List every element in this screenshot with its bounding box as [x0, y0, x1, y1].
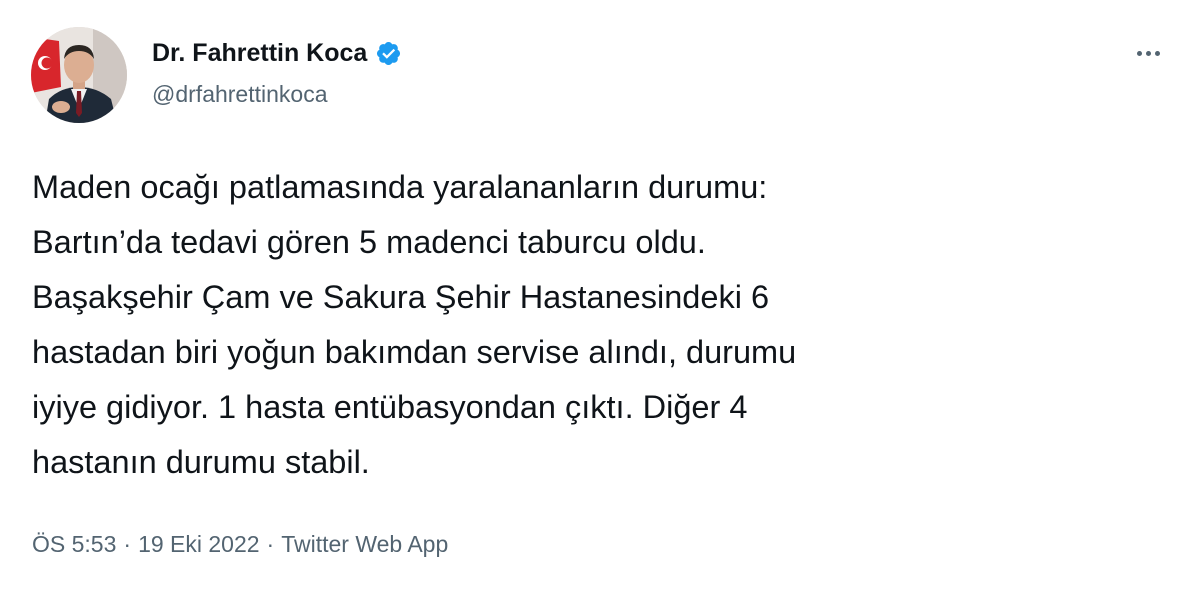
- author-display-name[interactable]: Dr. Fahrettin Koca: [152, 38, 367, 68]
- tweet-text-line: Bartın’da tedavi gören 5 madenci taburcu…: [32, 224, 706, 260]
- avatar-image: [31, 27, 127, 123]
- tweet-text-line: hastanın durumu stabil.: [32, 444, 370, 480]
- verified-badge-icon: [375, 40, 402, 67]
- tweet-text-line: Başakşehir Çam ve Sakura Şehir Hastanesi…: [32, 279, 770, 315]
- meta-separator: ·: [123, 531, 132, 557]
- tweet-date[interactable]: 19 Eki 2022: [138, 531, 259, 557]
- author-name-row: Dr. Fahrettin Koca: [152, 38, 402, 68]
- tweet-text-line: iyiye gidiyor. 1 hasta entübasyondan çık…: [32, 389, 748, 425]
- more-horizontal-icon: [1136, 50, 1142, 56]
- tweet-text-line: Maden ocağı patlamasında yaralananların …: [32, 169, 768, 205]
- more-options-button[interactable]: [1128, 38, 1168, 68]
- meta-separator: ·: [266, 531, 275, 557]
- author-handle[interactable]: @drfahrettinkoca: [152, 80, 328, 108]
- tweet-meta: ÖS 5:53 · 19 Eki 2022 · Twitter Web App: [32, 529, 448, 559]
- more-horizontal-icon: [1154, 50, 1160, 56]
- tweet-source[interactable]: Twitter Web App: [281, 531, 448, 557]
- tweet-time[interactable]: ÖS 5:53: [32, 531, 116, 557]
- avatar[interactable]: [31, 27, 127, 123]
- tweet-text: Maden ocağı patlamasında yaralananların …: [32, 160, 1162, 490]
- more-horizontal-icon: [1145, 50, 1151, 56]
- tweet-card: Dr. Fahrettin Koca @drfahrettinkoca Made…: [0, 0, 1200, 594]
- tweet-text-line: hastadan biri yoğun bakımdan servise alı…: [32, 334, 797, 370]
